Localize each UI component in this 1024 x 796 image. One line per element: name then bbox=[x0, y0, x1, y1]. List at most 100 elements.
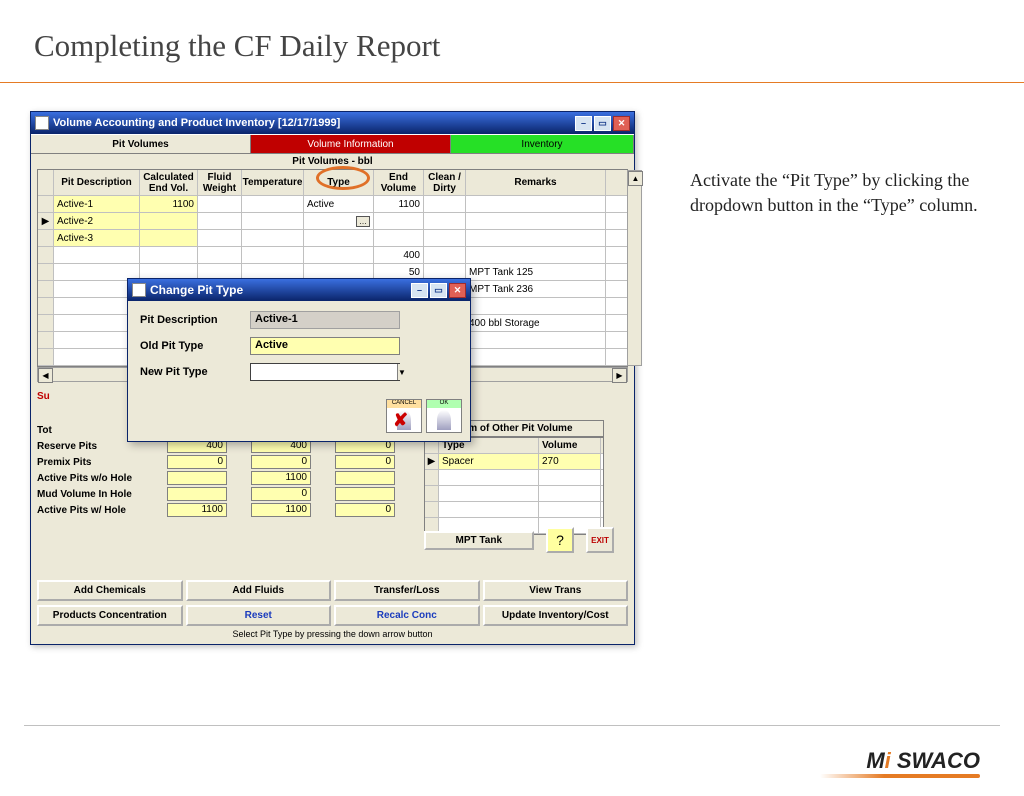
cancel-x-icon: ✘ bbox=[393, 410, 408, 431]
cell-desc[interactable]: Active-2 bbox=[54, 213, 140, 229]
col-pit-description[interactable]: Pit Description bbox=[54, 170, 140, 195]
cell-temp[interactable] bbox=[242, 247, 304, 263]
add-fluids-button[interactable]: Add Fluids bbox=[186, 580, 332, 601]
tab-inventory[interactable]: Inventory bbox=[451, 135, 634, 153]
cell-temp[interactable] bbox=[242, 213, 304, 229]
cell-end[interactable] bbox=[374, 230, 424, 246]
summary-cell-c[interactable]: 0 bbox=[335, 455, 395, 469]
cell-remarks[interactable] bbox=[466, 349, 606, 365]
cell-desc[interactable]: Active-3 bbox=[54, 230, 140, 246]
tab-pit-volumes[interactable]: Pit Volumes bbox=[31, 135, 251, 153]
cell-remarks[interactable]: 400 bbl Storage bbox=[466, 315, 606, 331]
row-selector bbox=[38, 247, 54, 263]
main-titlebar[interactable]: Volume Accounting and Product Inventory … bbox=[31, 112, 634, 134]
summary-cell-a[interactable] bbox=[167, 487, 227, 501]
pit-description-value: Active-1 bbox=[250, 311, 400, 329]
exit-button[interactable]: EXIT bbox=[586, 527, 614, 553]
cell-clean-dirty[interactable] bbox=[424, 247, 466, 263]
dialog-maximize-button[interactable]: ▭ bbox=[430, 283, 447, 298]
cell-remarks[interactable]: MPT Tank 125 bbox=[466, 264, 606, 280]
cell-desc[interactable] bbox=[54, 247, 140, 263]
cell-remarks[interactable] bbox=[466, 230, 606, 246]
col-fluid-weight[interactable]: Fluid Weight bbox=[198, 170, 242, 195]
cell-temp[interactable] bbox=[242, 196, 304, 212]
cell-remarks[interactable]: MPT Tank 236 bbox=[466, 281, 606, 297]
summary-cell-a[interactable]: 1100 bbox=[167, 503, 227, 517]
summary-cell-a[interactable] bbox=[167, 471, 227, 485]
col-end-volume[interactable]: End Volume bbox=[374, 170, 424, 195]
recalc-conc-button[interactable]: Recalc Conc bbox=[334, 605, 480, 626]
summary-cell-a[interactable]: 0 bbox=[167, 455, 227, 469]
cancel-button[interactable]: CANCEL ✘ bbox=[386, 399, 422, 433]
table-row[interactable]: Active-11100Active1100 bbox=[38, 196, 627, 213]
summary-cell-c[interactable] bbox=[335, 471, 395, 485]
scrollbar-vertical[interactable]: ▲ bbox=[627, 170, 642, 366]
cell-clean-dirty[interactable] bbox=[424, 196, 466, 212]
col-calc-end-vol[interactable]: Calculated End Vol. bbox=[140, 170, 198, 195]
tab-volume-information[interactable]: Volume Information bbox=[251, 135, 451, 153]
scroll-left-icon[interactable]: ◀ bbox=[38, 368, 53, 383]
cell-end[interactable] bbox=[374, 213, 424, 229]
summary-cell-c[interactable] bbox=[335, 487, 395, 501]
cell-weight[interactable] bbox=[198, 230, 242, 246]
ok-button[interactable]: OK bbox=[426, 399, 462, 433]
col-clean-dirty[interactable]: Clean / Dirty bbox=[424, 170, 466, 195]
cell-remarks[interactable] bbox=[466, 196, 606, 212]
dialog-titlebar[interactable]: Change Pit Type – ▭ ✕ bbox=[128, 279, 470, 301]
cell-remarks[interactable] bbox=[466, 298, 606, 314]
table-row[interactable]: 400 bbox=[38, 247, 627, 264]
minimize-button[interactable]: – bbox=[575, 116, 592, 131]
table-row[interactable]: Active-3 bbox=[38, 230, 627, 247]
row-selector bbox=[38, 230, 54, 246]
cell-calc[interactable] bbox=[140, 247, 198, 263]
close-button[interactable]: ✕ bbox=[613, 116, 630, 131]
transfer-loss-button[interactable]: Transfer/Loss bbox=[334, 580, 480, 601]
new-pit-type-input[interactable] bbox=[251, 364, 397, 380]
update-inventory-button[interactable]: Update Inventory/Cost bbox=[483, 605, 629, 626]
chevron-down-icon[interactable]: ▼ bbox=[397, 364, 406, 380]
cell-calc[interactable] bbox=[140, 213, 198, 229]
scroll-right-icon[interactable]: ▶ bbox=[612, 368, 627, 383]
add-chemicals-button[interactable]: Add Chemicals bbox=[37, 580, 183, 601]
cell-calc[interactable]: 1100 bbox=[140, 196, 198, 212]
cell-type[interactable] bbox=[304, 247, 374, 263]
col-remarks[interactable]: Remarks bbox=[466, 170, 606, 195]
cell-remarks[interactable] bbox=[466, 247, 606, 263]
cell-remarks[interactable] bbox=[466, 332, 606, 348]
cell-temp[interactable] bbox=[242, 230, 304, 246]
side-row[interactable]: ▶ Spacer 270 bbox=[425, 454, 603, 470]
cell-type[interactable]: … bbox=[304, 213, 374, 229]
scroll-up-icon[interactable]: ▲ bbox=[628, 171, 643, 186]
cell-clean-dirty[interactable] bbox=[424, 230, 466, 246]
col-type[interactable]: Type bbox=[304, 170, 374, 195]
dropdown-button-icon[interactable]: … bbox=[356, 216, 370, 227]
cell-desc[interactable]: Active-1 bbox=[54, 196, 140, 212]
cell-weight[interactable] bbox=[198, 213, 242, 229]
reset-button[interactable]: Reset bbox=[186, 605, 332, 626]
cell-calc[interactable] bbox=[140, 230, 198, 246]
new-pit-type-combo[interactable]: ▼ bbox=[250, 363, 400, 381]
products-concentration-button[interactable]: Products Concentration bbox=[37, 605, 183, 626]
cell-type[interactable]: Active bbox=[304, 196, 374, 212]
summary-cell-b[interactable]: 0 bbox=[251, 455, 311, 469]
help-button[interactable]: ? bbox=[546, 527, 574, 553]
cell-end[interactable]: 1100 bbox=[374, 196, 424, 212]
table-row[interactable]: ▶Active-2… bbox=[38, 213, 627, 230]
dialog-close-button[interactable]: ✕ bbox=[449, 283, 466, 298]
row-selector-icon: ▶ bbox=[425, 454, 439, 469]
mpt-tank-button[interactable]: MPT Tank bbox=[424, 531, 534, 550]
summary-cell-b[interactable]: 1100 bbox=[251, 471, 311, 485]
view-trans-button[interactable]: View Trans bbox=[483, 580, 629, 601]
cell-end[interactable]: 400 bbox=[374, 247, 424, 263]
dialog-minimize-button[interactable]: – bbox=[411, 283, 428, 298]
cell-remarks[interactable] bbox=[466, 213, 606, 229]
cell-clean-dirty[interactable] bbox=[424, 213, 466, 229]
cell-weight[interactable] bbox=[198, 247, 242, 263]
summary-cell-c[interactable]: 0 bbox=[335, 503, 395, 517]
maximize-button[interactable]: ▭ bbox=[594, 116, 611, 131]
cell-type[interactable] bbox=[304, 230, 374, 246]
col-temperature[interactable]: Temperature bbox=[242, 170, 304, 195]
cell-weight[interactable] bbox=[198, 196, 242, 212]
summary-cell-b[interactable]: 0 bbox=[251, 487, 311, 501]
summary-cell-b[interactable]: 1100 bbox=[251, 503, 311, 517]
